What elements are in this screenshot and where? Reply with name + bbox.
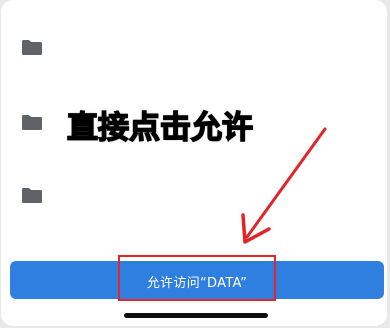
allow-access-label: 允许访问“DATA”: [146, 275, 248, 291]
folder-item[interactable]: [21, 38, 43, 60]
home-indicator: [124, 313, 268, 318]
folder-icon: [22, 40, 42, 55]
allow-access-button[interactable]: 允许访问“DATA”: [10, 261, 384, 299]
annotation-text: 直接点击允许: [66, 109, 254, 147]
folder-item[interactable]: [21, 186, 43, 208]
folder-icon: [22, 188, 42, 203]
folder-access-dialog: 直接点击允许 允许访问“DATA”: [1, 0, 387, 326]
folder-icon: [22, 115, 42, 130]
folder-item[interactable]: [21, 113, 43, 135]
